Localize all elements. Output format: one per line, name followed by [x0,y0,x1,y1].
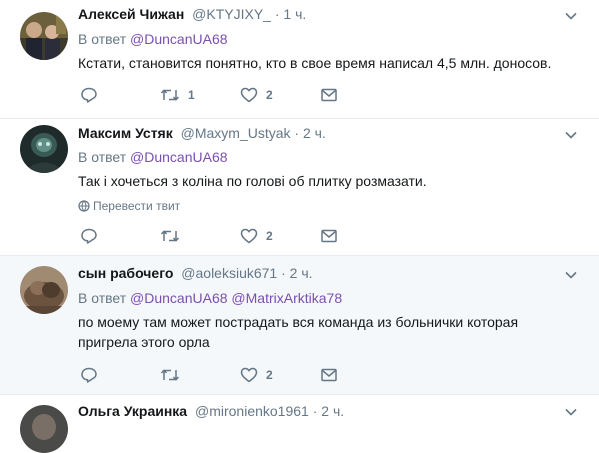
translate-link[interactable]: Перевести твит [78,199,180,213]
tweet-header: Алексей Чижан @KTYJIXY_ · 1 ч. [78,6,306,22]
reply-prefix: В ответ [78,31,127,47]
heart-icon [240,87,258,103]
like-button[interactable]: 2 [240,86,273,104]
reply-icon [81,228,97,244]
reply-icon [81,367,97,383]
separator-dot: · [281,265,286,281]
message-button[interactable] [320,227,338,245]
author-handle[interactable]: @mironienko1961 [195,403,309,419]
retweet-button[interactable]: 1 [160,86,195,104]
globe-icon [78,200,90,212]
chevron-down-icon[interactable] [564,128,578,142]
reply-button[interactable] [80,86,98,104]
like-count: 2 [266,229,273,243]
timestamp[interactable]: 1 ч. [283,6,306,22]
reply-button[interactable] [80,227,98,245]
retweet-icon [160,89,180,101]
tweet-header: сын рабочего @aoleksiuk671 · 2 ч. [78,265,313,281]
like-button[interactable]: 2 [240,366,273,384]
separator-dot: · [312,403,318,419]
retweet-icon [160,230,180,242]
reply-icon [81,87,97,103]
avatar[interactable] [20,266,68,314]
retweet-count: 1 [188,88,195,102]
message-button[interactable] [320,366,338,384]
author-name[interactable]: Ольга Украинка [78,403,187,419]
envelope-icon [321,229,337,243]
mention-link[interactable]: @MatrixArktika78 [231,290,342,306]
retweet-icon [160,369,180,381]
avatar[interactable] [20,405,68,453]
timestamp[interactable]: 2 ч. [290,265,313,281]
author-name[interactable]: Максим Устяк [78,125,173,141]
tweet-text: Кстати, становится понятно, кто в свое в… [78,55,552,71]
author-handle[interactable]: @aoleksiuk671 [181,265,277,281]
tweet-3[interactable]: сын рабочего @aoleksiuk671 · 2 ч. В отве… [0,256,599,395]
retweet-button[interactable] [160,227,188,245]
timestamp[interactable]: 2 ч. [303,125,326,141]
author-name[interactable]: Алексей Чижан [78,6,184,22]
tweet-text: по моему там может пострадать вся команд… [78,314,519,350]
message-button[interactable] [320,86,338,104]
tweet-header: Ольга Украинка @mironienko1961 · 2 ч. [78,403,344,419]
chevron-down-icon[interactable] [564,9,578,23]
separator-dot: · [274,6,280,22]
heart-icon [240,228,258,244]
author-handle[interactable]: @Maxym_Ustyak [181,125,291,141]
chevron-down-icon[interactable] [564,268,578,282]
envelope-icon [321,368,337,382]
reply-button[interactable] [80,366,98,384]
envelope-icon [321,88,337,102]
timestamp[interactable]: 2 ч. [321,403,344,419]
tweet-header: Максим Устяк @Maxym_Ustyak · 2 ч. [78,125,326,141]
reply-prefix: В ответ [78,149,127,165]
like-count: 2 [266,88,273,102]
avatar[interactable] [20,125,68,173]
heart-icon [240,367,258,383]
mention-link[interactable]: @DuncanUA68 [130,290,228,306]
tweet-2[interactable]: Максим Устяк @Maxym_Ustyak · 2 ч. В отве… [0,119,599,256]
retweet-button[interactable] [160,366,188,384]
tweet-1[interactable]: Алексей Чижан @KTYJIXY_ · 1 ч. В ответ @… [0,0,599,119]
author-name[interactable]: сын рабочего [78,265,173,281]
tweet-4[interactable]: Ольга Украинка @mironienko1961 · 2 ч. [0,395,599,453]
mention-link[interactable]: @DuncanUA68 [130,31,228,47]
author-handle[interactable]: @KTYJIXY_ [192,6,271,22]
mention-link[interactable]: @DuncanUA68 [130,149,228,165]
reply-context: В ответ @DuncanUA68 [78,31,228,47]
translate-label[interactable]: Перевести твит [93,199,180,213]
avatar[interactable] [20,12,68,60]
like-count: 2 [266,368,273,382]
tweet-text: Так і хочеться з коліна по голові об пли… [78,173,427,189]
chevron-down-icon[interactable] [564,405,578,419]
like-button[interactable]: 2 [240,227,273,245]
reply-context: В ответ @DuncanUA68 [78,149,228,165]
separator-dot: · [294,125,300,141]
reply-prefix: В ответ [78,290,127,306]
reply-context: В ответ @DuncanUA68 @MatrixArktika78 [78,290,342,306]
